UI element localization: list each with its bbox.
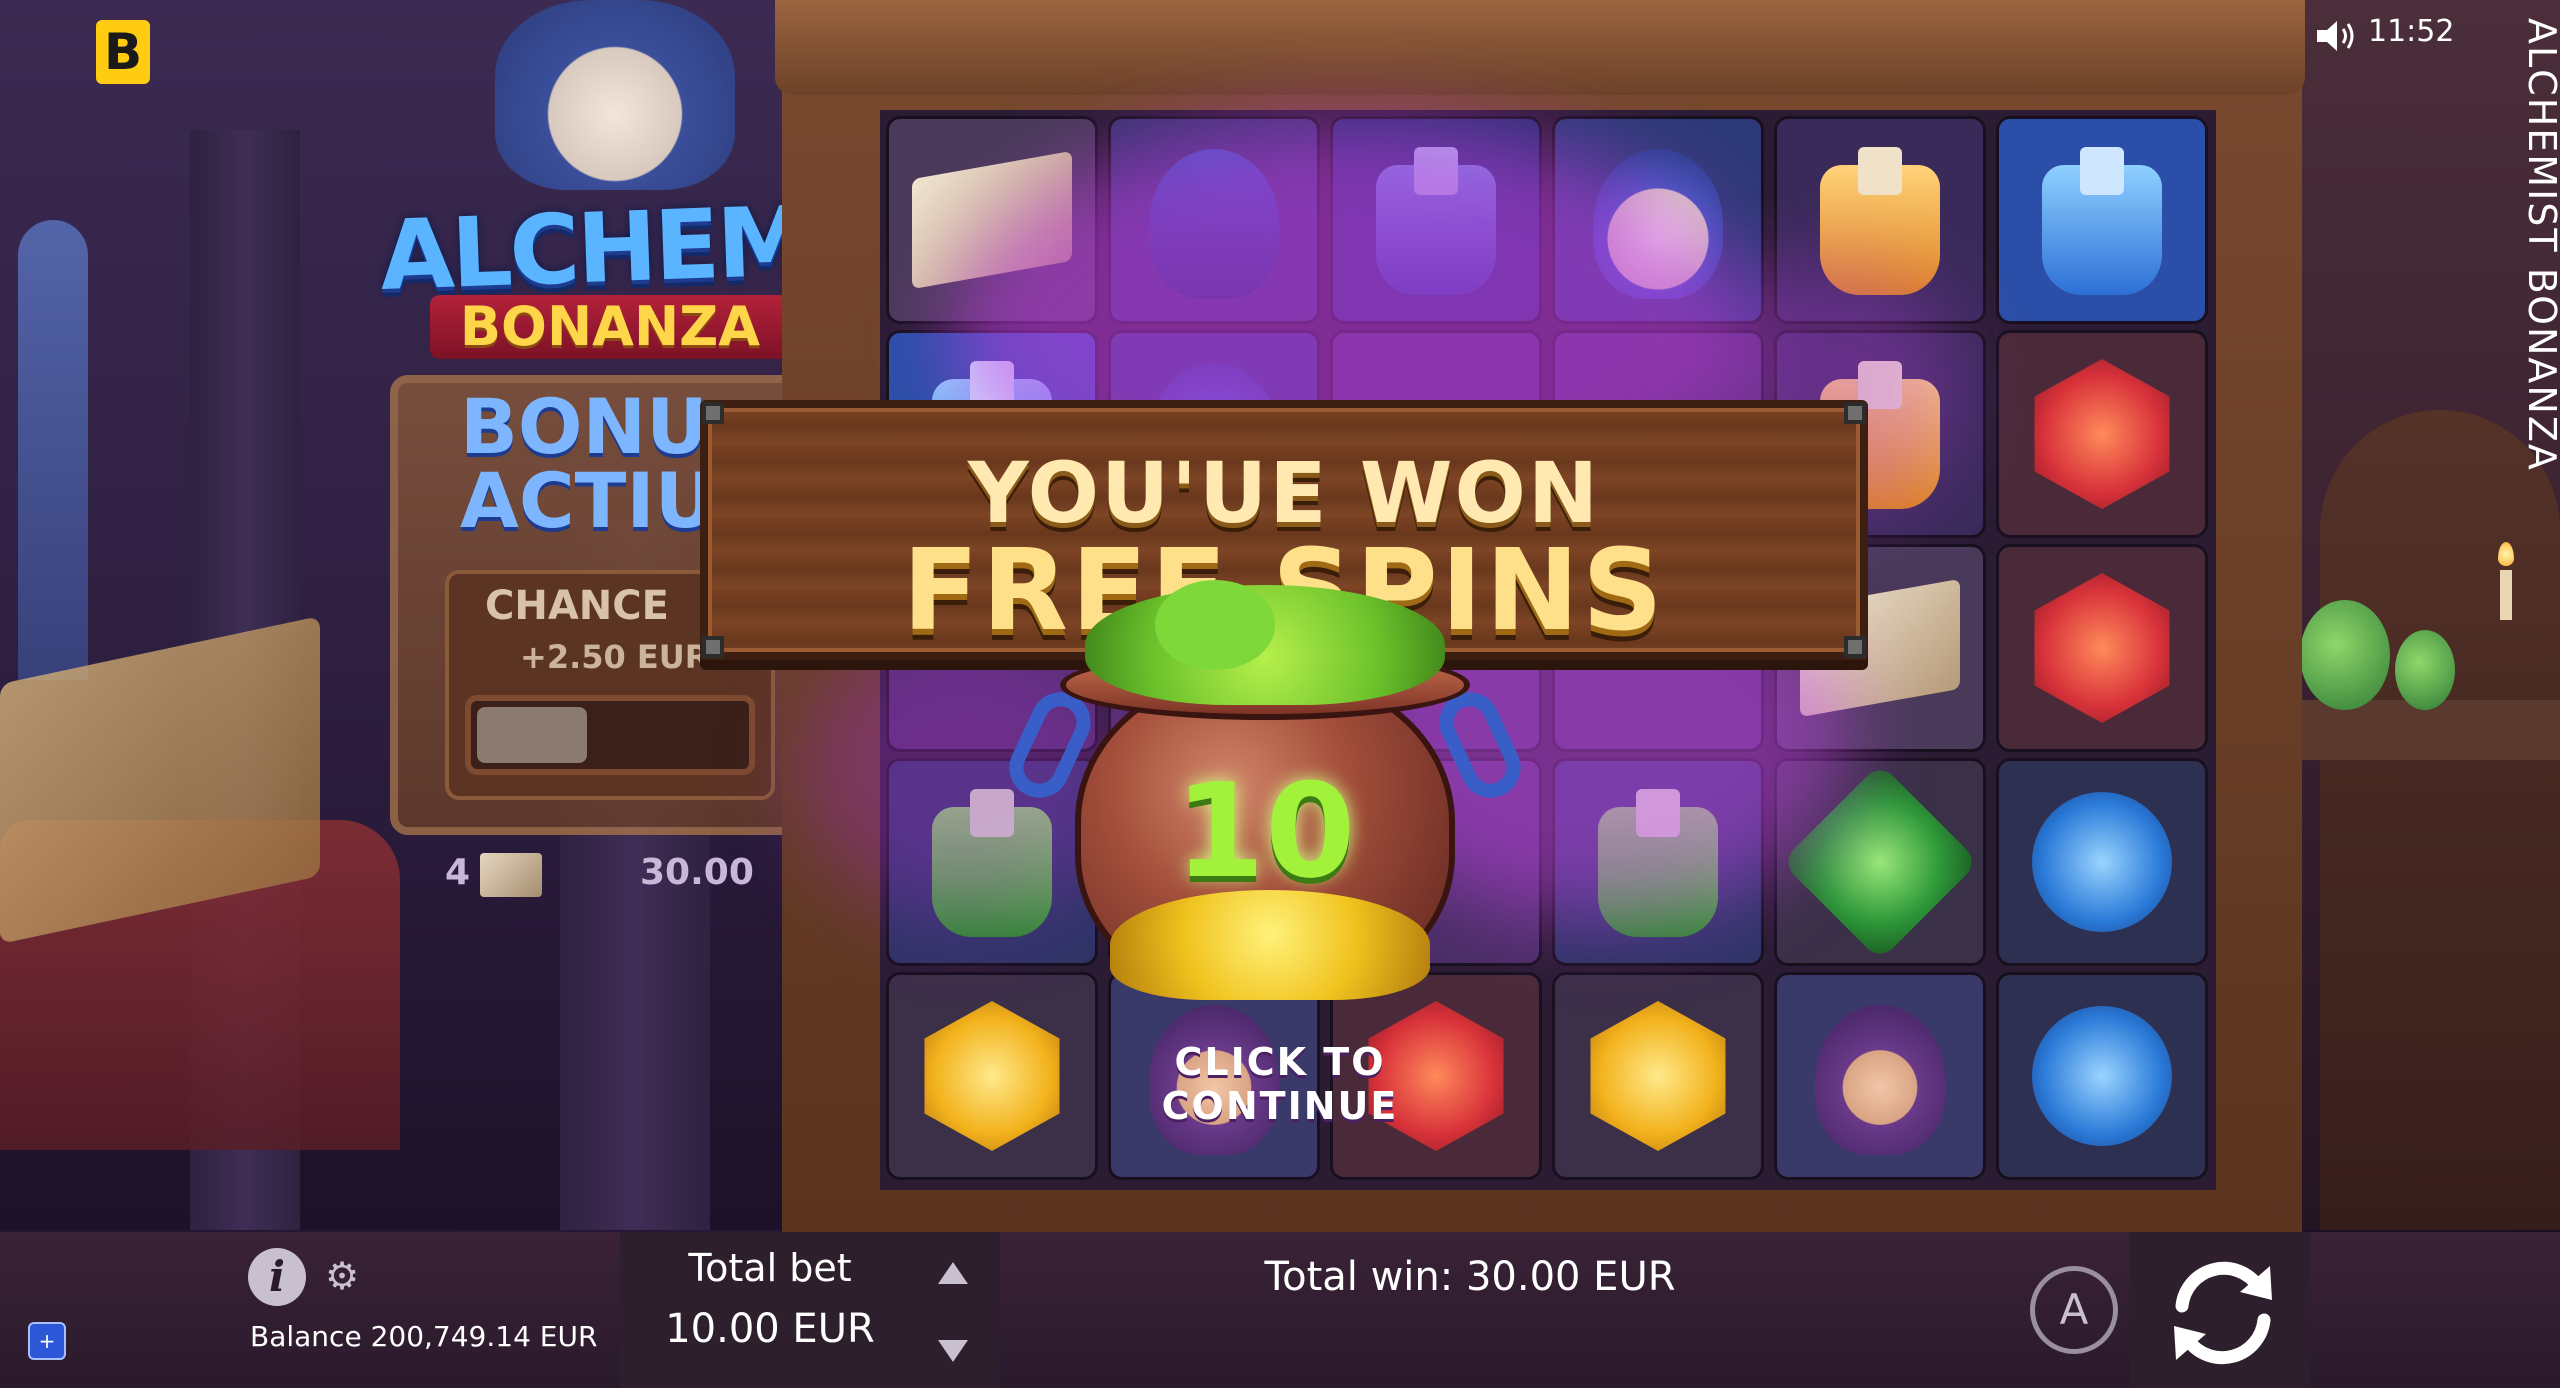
candle <box>2500 570 2512 620</box>
chance-toggle-knob <box>477 707 587 763</box>
reel-symbol-bottle-blue <box>1996 116 2208 324</box>
game-title-vertical: ALCHEMIST BONANZA <box>2520 18 2560 472</box>
refresh-icon[interactable] <box>2158 1248 2288 1378</box>
free-spins-count: 10 <box>1174 755 1356 907</box>
goo-bubble <box>1155 580 1275 670</box>
green-flask-decoration <box>2395 630 2455 710</box>
total-bet-value: 10.00 EUR <box>665 1306 875 1352</box>
banner-corner <box>702 402 724 424</box>
reel-symbol-witch <box>1774 972 1986 1180</box>
book-payout: 30.00 <box>640 852 754 893</box>
total-win: Total win: 30.00 EUR <box>1264 1254 1676 1300</box>
fullscreen-icon[interactable]: + <box>28 1322 66 1360</box>
total-bet-label: Total bet <box>688 1246 852 1290</box>
bet-decrease-icon[interactable] <box>938 1340 968 1362</box>
wizard-mascot <box>495 0 735 190</box>
book-icon <box>480 853 542 897</box>
banner-corner <box>1844 402 1866 424</box>
stained-glass-window <box>18 220 88 680</box>
chance-toggle[interactable] <box>465 695 755 775</box>
gear-icon[interactable]: ⚙ <box>322 1256 362 1296</box>
arched-door <box>2320 410 2560 1230</box>
reel-symbol-gem-blue <box>1996 972 2208 1180</box>
green-flask-decoration <box>2300 600 2390 710</box>
autoplay-button[interactable]: A <box>2030 1266 2118 1354</box>
brand-logo[interactable]: B <box>96 20 150 84</box>
chance-value: +2.50 EUR <box>520 638 710 676</box>
chance-label: CHANCE <box>485 583 669 629</box>
speaker-icon[interactable] <box>2315 18 2359 54</box>
reel-symbol-hex-red <box>1996 544 2208 752</box>
reel-symbol-hex-yellow <box>1552 972 1764 1180</box>
click-to-continue[interactable]: CLICK TO CONTINUE <box>1060 1040 1500 1128</box>
game-stage[interactable]: ALCHEMIST BONANZA BONU ACTIU CHANCE +2.5… <box>0 0 2560 1388</box>
reel-frame-top <box>775 0 2305 95</box>
clock: 11:52 <box>2368 14 2455 49</box>
reel-symbol-hex-red <box>1996 330 2208 538</box>
balance: Balance 200,749.14 EUR <box>250 1320 598 1353</box>
bet-increase-icon[interactable] <box>938 1262 968 1284</box>
info-icon[interactable]: i <box>248 1248 306 1306</box>
logo-subtitle: BONANZA <box>430 295 790 359</box>
logo-title: ALCHEMIST <box>378 179 973 312</box>
book-count: 4 <box>445 852 471 893</box>
reel-symbol-gem-blue <box>1996 758 2208 966</box>
